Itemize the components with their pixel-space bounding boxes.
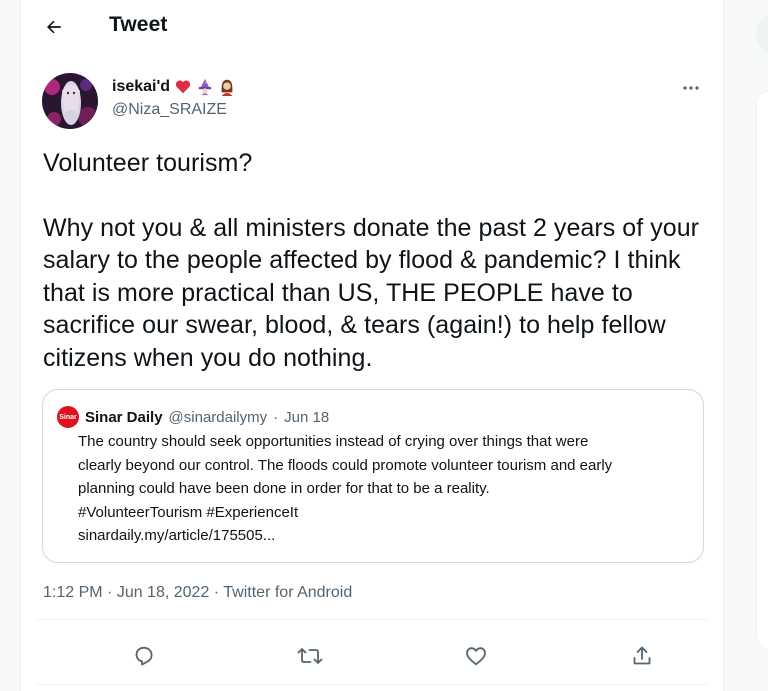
quoted-author-name: Sinar Daily: [85, 408, 163, 426]
header: Tweet: [21, 0, 725, 53]
avatar[interactable]: [42, 73, 98, 129]
quoted-avatar: Sinar: [57, 406, 79, 428]
share-icon: [633, 646, 651, 665]
quoted-date: Jun 18: [284, 408, 330, 426]
tweet-source-link[interactable]: Twitter for Android: [223, 584, 352, 601]
tweet-paragraph: Why not you & all ministers donate the p…: [43, 213, 700, 372]
arrow-left-icon: [47, 20, 61, 34]
share-button[interactable]: [625, 639, 659, 673]
quoted-text-line: sinardaily.my/article/175505...: [78, 527, 276, 544]
woman-emoji: [221, 79, 233, 96]
tweet-date-link[interactable]: Jun 18, 2022: [117, 584, 210, 601]
quoted-tweet-text: The country should seek opportunities in…: [78, 430, 698, 548]
author-handle[interactable]: @Niza_SRAIZE: [112, 101, 227, 119]
reply-icon: [135, 646, 153, 666]
like-button[interactable]: [459, 639, 493, 673]
author-name-row[interactable]: isekai'd: [112, 78, 236, 96]
reply-button[interactable]: [127, 639, 161, 673]
quoted-separator: ·: [273, 408, 279, 426]
author-name: isekai'd: [112, 78, 171, 95]
quoted-text-line: clearly beyond our control. The floods c…: [78, 456, 613, 474]
meta-separator: ·: [209, 584, 224, 601]
page-title: Tweet: [109, 13, 168, 36]
meta-separator: ·: [102, 584, 117, 601]
quoted-author-handle: @sinardailymy: [168, 408, 268, 426]
quoted-text-line: #VolunteerTourism #ExperienceIt: [78, 503, 299, 521]
quoted-text-line: planning could have been done in order f…: [78, 480, 490, 497]
right-sidebar-panel: [756, 90, 768, 650]
heart-icon: [466, 647, 486, 666]
tweet-column: Tweet isekai'd @Niza_SRAIZE Volunteer to…: [20, 0, 724, 691]
retweet-button[interactable]: [293, 639, 327, 673]
divider: [37, 619, 709, 620]
back-button[interactable]: [37, 10, 71, 44]
more-options-button[interactable]: [676, 77, 706, 99]
red-heart-emoji: [175, 80, 191, 94]
tweet-paragraph: Volunteer tourism?: [43, 149, 253, 177]
divider: [37, 684, 709, 685]
ellipsis-icon: [683, 86, 699, 90]
quoted-tweet-header: Sinar Sinar Daily @sinardailymy · Jun 18: [57, 406, 329, 428]
tweet-time-link[interactable]: 1:12 PM: [43, 584, 103, 601]
quoted-text-line: The country should seek opportunities in…: [78, 433, 589, 450]
quoted-tweet[interactable]: Sinar Sinar Daily @sinardailymy · Jun 18…: [42, 389, 704, 563]
tweet-metadata: 1:12 PM · Jun 18, 2022 · Twitter for And…: [43, 584, 352, 602]
avatar-image: [42, 73, 98, 129]
retweet-icon: [297, 648, 323, 664]
wizard-emoji: [198, 78, 212, 96]
tweet-text: Volunteer tourism? Why not you & all min…: [43, 147, 713, 374]
action-bar: [37, 631, 709, 677]
